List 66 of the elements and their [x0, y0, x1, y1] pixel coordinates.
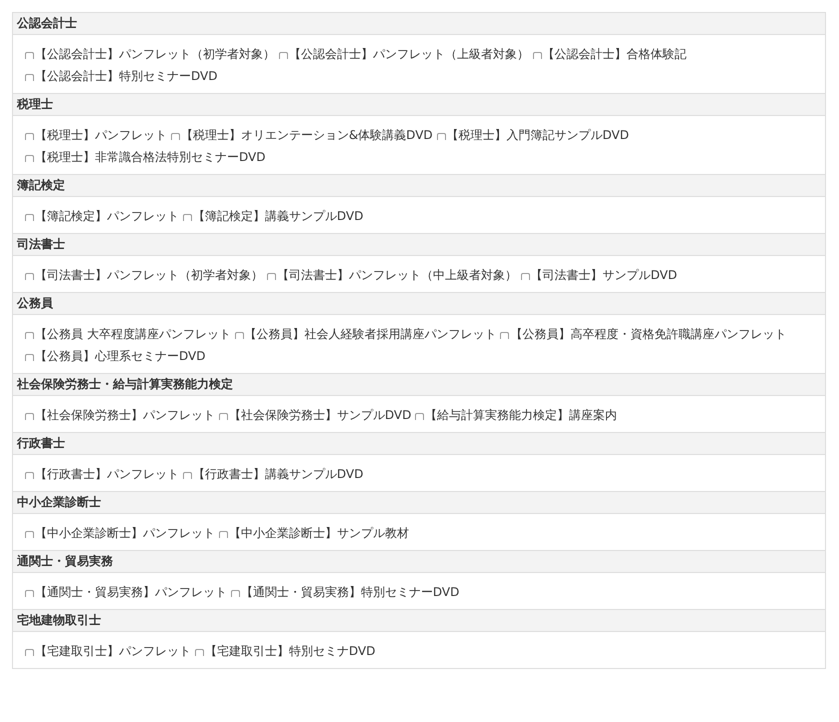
checkbox[interactable]: [182, 472, 192, 479]
checkbox[interactable]: [25, 649, 34, 656]
section-header: 社会保険労務士・給与計算実務能力検定: [13, 374, 825, 396]
checkbox[interactable]: [25, 74, 34, 81]
checkbox-label[interactable]: 【税理士】パンフレット: [35, 128, 167, 142]
section-header: 行政書士: [13, 433, 825, 455]
checkbox-label[interactable]: 【公務員】心理系セミナーDVD: [35, 349, 206, 363]
checkbox[interactable]: [234, 332, 244, 339]
checkbox-label[interactable]: 【通関士・貿易実務】特別セミナーDVD: [240, 585, 460, 599]
checkbox[interactable]: [218, 413, 228, 420]
checkbox-label[interactable]: 【司法書士】パンフレット（中上級者対象）: [276, 268, 517, 282]
checkbox-label[interactable]: 【社会保険労務士】サンプルDVD: [228, 408, 412, 422]
checkbox[interactable]: [25, 332, 34, 339]
checkbox-label[interactable]: 【公認会計士】パンフレット（上級者対象）: [288, 47, 529, 61]
checkbox-label[interactable]: 【行政書士】パンフレット: [35, 467, 179, 481]
checkbox[interactable]: [278, 52, 288, 59]
checkbox[interactable]: [194, 649, 204, 656]
checkbox-label[interactable]: 【社会保険労務士】パンフレット: [35, 408, 215, 422]
checkbox-label[interactable]: 【宅建取引士】特別セミナDVD: [204, 644, 376, 658]
checkbox-label[interactable]: 【公認会計士】パンフレット（初学者対象）: [35, 47, 275, 61]
section-header: 通関士・貿易実務: [13, 551, 825, 573]
section-header: 中小企業診断士: [13, 492, 825, 514]
checkbox[interactable]: [25, 472, 34, 479]
checkbox-label[interactable]: 【行政書士】講義サンプルDVD: [192, 467, 364, 481]
checkbox[interactable]: [415, 413, 424, 420]
checkbox[interactable]: [266, 273, 276, 280]
checkbox[interactable]: [436, 133, 446, 140]
section-header: 税理士: [13, 94, 825, 116]
checkbox-label[interactable]: 【税理士】入門簿記サンプルDVD: [446, 128, 629, 142]
checkbox[interactable]: [25, 413, 34, 420]
checkbox[interactable]: [25, 590, 34, 597]
checkbox-label[interactable]: 【簿記検定】パンフレット: [35, 209, 179, 223]
checkbox[interactable]: [25, 531, 34, 538]
checkbox-label[interactable]: 【給与計算実務能力検定】講座案内: [425, 408, 618, 422]
checkbox-label[interactable]: 【司法書士】サンプルDVD: [530, 268, 678, 282]
checkbox[interactable]: [170, 133, 180, 140]
checkbox-label[interactable]: 【簿記検定】講義サンプルDVD: [192, 209, 364, 223]
checkbox[interactable]: [25, 52, 34, 59]
checkbox-label[interactable]: 【司法書士】パンフレット（初学者対象）: [35, 268, 263, 282]
checkbox-label[interactable]: 【通関士・貿易実務】パンフレット: [35, 585, 227, 599]
checkbox-label[interactable]: 【中小企業診断士】パンフレット: [35, 526, 215, 540]
checkbox[interactable]: [25, 133, 34, 140]
checkbox-label[interactable]: 【公務員】高卒程度・資格免許職講座パンフレット: [510, 327, 786, 341]
checkbox[interactable]: [230, 590, 240, 597]
checkbox-label[interactable]: 【公認会計士】合格体験記: [542, 47, 687, 61]
checkbox-label[interactable]: 【宅建取引士】パンフレット: [35, 644, 191, 658]
checkbox[interactable]: [25, 273, 34, 280]
checkbox-label[interactable]: 【税理士】非常識合格法特別セミナーDVD: [35, 150, 266, 164]
checkbox[interactable]: [182, 214, 192, 221]
checkbox[interactable]: [25, 354, 34, 361]
checkbox[interactable]: [532, 52, 542, 59]
checkbox-label[interactable]: 【中小企業診断士】サンプル教材: [228, 526, 409, 540]
section-header: 司法書士: [13, 234, 825, 256]
checkbox[interactable]: [25, 214, 34, 221]
checkbox[interactable]: [500, 332, 510, 339]
checkbox[interactable]: [520, 273, 530, 280]
checkbox-label[interactable]: 【公認会計士】特別セミナーDVD: [35, 69, 218, 83]
checkbox[interactable]: [25, 155, 34, 162]
section-header: 簿記検定: [13, 175, 825, 197]
checkbox-label[interactable]: 【税理士】オリエンテーション&体験講義DVD: [180, 128, 433, 142]
section-header: 公務員: [13, 293, 825, 315]
checkbox[interactable]: [218, 531, 228, 538]
checkbox-label[interactable]: 【公務員】社会人経験者採用講座パンフレット: [244, 327, 497, 341]
section-header: 宅地建物取引士: [13, 610, 825, 632]
checkbox-label[interactable]: 【公務員 大卒程度講座パンフレット: [35, 327, 231, 341]
section-header: 公認会計士: [13, 13, 825, 35]
